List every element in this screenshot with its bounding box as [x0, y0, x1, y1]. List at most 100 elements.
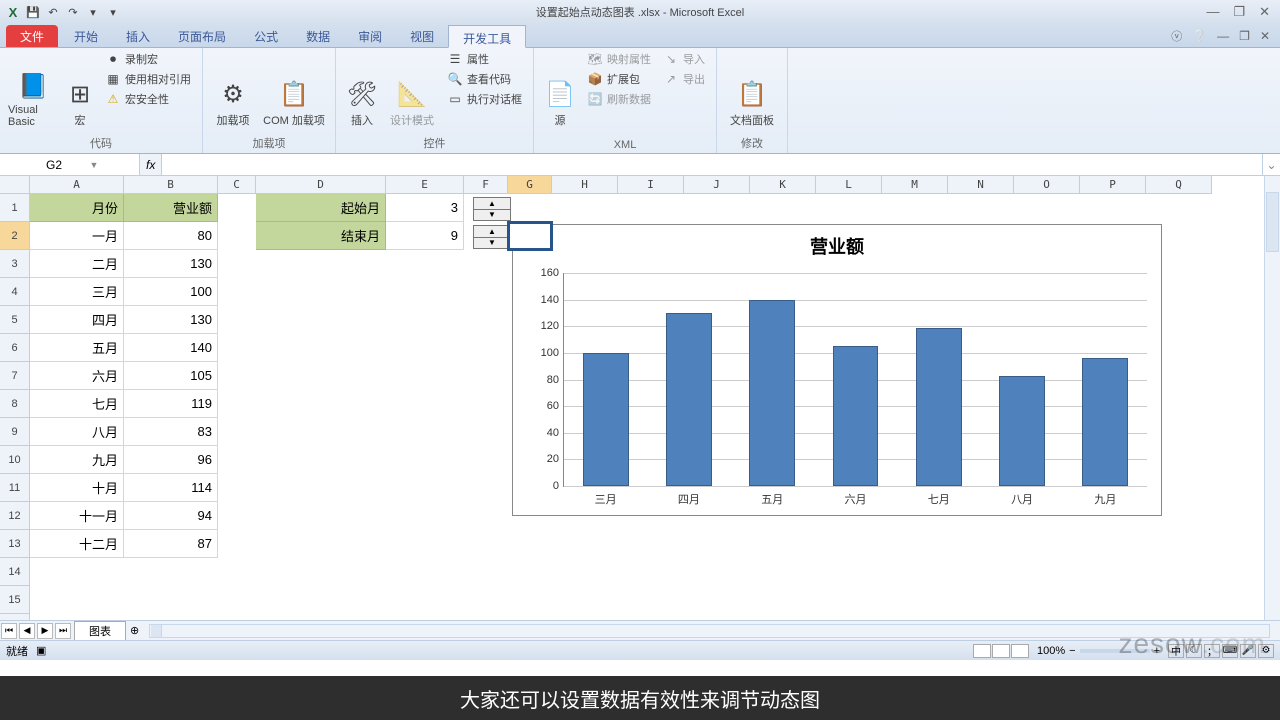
col-header-L[interactable]: L	[816, 176, 882, 194]
cell-revenue-2[interactable]: 130	[124, 250, 218, 278]
new-icon[interactable]: ▾	[84, 3, 102, 21]
cell-month-6[interactable]: 六月	[30, 362, 124, 390]
relative-ref-button[interactable]: ▦使用相对引用	[102, 70, 194, 88]
cell-start-value[interactable]: 3	[386, 194, 464, 222]
sheet-nav-buttons[interactable]: ⏮ ◀ ▶ ⏭	[0, 623, 72, 639]
run-dialog-button[interactable]: ▭执行对话框	[444, 90, 525, 108]
col-header-D[interactable]: D	[256, 176, 386, 194]
col-header-G[interactable]: G	[508, 176, 552, 194]
nav-first-icon[interactable]: ⏮	[1, 623, 17, 639]
row-header-1[interactable]: 1	[0, 194, 30, 222]
spinner-down-icon[interactable]: ▼	[474, 238, 510, 249]
revenue-chart[interactable]: 营业额 020406080100120140160三月四月五月六月七月八月九月	[512, 224, 1162, 516]
col-header-M[interactable]: M	[882, 176, 948, 194]
close-button[interactable]: ✕	[1259, 4, 1270, 20]
addins-button[interactable]: ⚙ 加载项	[211, 50, 255, 128]
cell-revenue-9[interactable]: 96	[124, 446, 218, 474]
row-header-11[interactable]: 11	[0, 474, 30, 502]
insert-control-button[interactable]: 🛠 插入	[344, 50, 380, 128]
name-box-dropdown-icon[interactable]: ▼	[90, 160, 134, 170]
cell-month-1[interactable]: 一月	[30, 222, 124, 250]
cell-month-12[interactable]: 十二月	[30, 530, 124, 558]
vertical-scrollbar[interactable]	[1264, 176, 1280, 620]
cell-revenue-5[interactable]: 140	[124, 334, 218, 362]
cell-month-11[interactable]: 十一月	[30, 502, 124, 530]
nav-next-icon[interactable]: ▶	[37, 623, 53, 639]
formula-input[interactable]	[162, 154, 1262, 175]
col-header-J[interactable]: J	[684, 176, 750, 194]
row-header-8[interactable]: 8	[0, 390, 30, 418]
col-header-C[interactable]: C	[218, 176, 256, 194]
row-header-10[interactable]: 10	[0, 446, 30, 474]
cell-month-header[interactable]: 月份	[30, 194, 124, 222]
row-header-12[interactable]: 12	[0, 502, 30, 530]
col-header-B[interactable]: B	[124, 176, 218, 194]
doc-panel-button[interactable]: 📋 文档面板	[725, 50, 779, 128]
col-header-Q[interactable]: Q	[1146, 176, 1212, 194]
cell-revenue-6[interactable]: 105	[124, 362, 218, 390]
cell-revenue-4[interactable]: 130	[124, 306, 218, 334]
col-header-F[interactable]: F	[464, 176, 508, 194]
col-header-P[interactable]: P	[1080, 176, 1146, 194]
col-header-A[interactable]: A	[30, 176, 124, 194]
cell-month-2[interactable]: 二月	[30, 250, 124, 278]
col-header-O[interactable]: O	[1014, 176, 1080, 194]
chart-bar-1[interactable]	[666, 313, 712, 486]
row-header-14[interactable]: 14	[0, 558, 30, 586]
col-header-K[interactable]: K	[750, 176, 816, 194]
row-header-5[interactable]: 5	[0, 306, 30, 334]
col-header-I[interactable]: I	[618, 176, 684, 194]
row-header-2[interactable]: 2	[0, 222, 30, 250]
cell-end-header[interactable]: 结束月	[256, 222, 386, 250]
fx-label[interactable]: fx	[140, 154, 162, 175]
refresh-data-button[interactable]: 🔄刷新数据	[584, 90, 654, 108]
cell-revenue-10[interactable]: 114	[124, 474, 218, 502]
cell-revenue-header[interactable]: 营业额	[124, 194, 218, 222]
nav-prev-icon[interactable]: ◀	[19, 623, 35, 639]
com-addins-button[interactable]: 📋 COM 加载项	[261, 50, 327, 128]
qat-expand-icon[interactable]: ▾	[104, 3, 122, 21]
cell-month-3[interactable]: 三月	[30, 278, 124, 306]
mdi-restore-icon[interactable]: ❐	[1239, 29, 1250, 43]
cell-start-header[interactable]: 起始月	[256, 194, 386, 222]
name-box[interactable]: G2 ▼	[40, 154, 140, 175]
row-header-15[interactable]: 15	[0, 586, 30, 614]
macro-security-button[interactable]: ⚠宏安全性	[102, 90, 194, 108]
chart-bar-5[interactable]	[999, 376, 1045, 486]
start-month-spinner[interactable]: ▲ ▼	[473, 197, 511, 221]
nav-last-icon[interactable]: ⏭	[55, 623, 71, 639]
cell-end-value[interactable]: 9	[386, 222, 464, 250]
redo-icon[interactable]: ↷	[64, 3, 82, 21]
cell-month-7[interactable]: 七月	[30, 390, 124, 418]
save-icon[interactable]: 💾	[24, 3, 42, 21]
record-macro-button[interactable]: ⏺录制宏	[102, 50, 194, 68]
active-cell[interactable]	[508, 222, 552, 250]
zoom-out-icon[interactable]: −	[1069, 645, 1075, 657]
end-month-spinner[interactable]: ▲ ▼	[473, 225, 511, 249]
macros-button[interactable]: ⊞ 宏	[64, 50, 96, 128]
undo-icon[interactable]: ↶	[44, 3, 62, 21]
cell-month-4[interactable]: 四月	[30, 306, 124, 334]
cell-revenue-11[interactable]: 94	[124, 502, 218, 530]
ribbon-minimize-icon[interactable]: ⓥ	[1171, 28, 1182, 44]
worksheet-grid[interactable]: ABCDEFGHIJKLMNOPQ 1234567891011121314151…	[0, 176, 1280, 620]
ribbon-tab-2[interactable]: 页面布局	[164, 24, 240, 47]
ribbon-tab-6[interactable]: 视图	[396, 24, 448, 47]
ribbon-tab-1[interactable]: 插入	[112, 24, 164, 47]
properties-button[interactable]: ☰属性	[444, 50, 525, 68]
cell-month-9[interactable]: 九月	[30, 446, 124, 474]
chart-bar-4[interactable]	[916, 328, 962, 486]
visual-basic-button[interactable]: 📘 Visual Basic	[8, 50, 58, 128]
cell-revenue-3[interactable]: 100	[124, 278, 218, 306]
cell-revenue-1[interactable]: 80	[124, 222, 218, 250]
mdi-close-icon[interactable]: ✕	[1260, 29, 1270, 43]
ribbon-tab-4[interactable]: 数据	[292, 24, 344, 47]
row-header-16[interactable]: 16	[0, 614, 30, 620]
macro-record-status-icon[interactable]: ▣	[36, 644, 46, 657]
normal-view-button[interactable]	[973, 644, 991, 658]
formula-expand-icon[interactable]: ⌄	[1262, 154, 1280, 175]
row-header-6[interactable]: 6	[0, 334, 30, 362]
map-props-button[interactable]: 🗺映射属性	[584, 50, 654, 68]
chart-bar-0[interactable]	[583, 353, 629, 486]
cell-month-8[interactable]: 八月	[30, 418, 124, 446]
